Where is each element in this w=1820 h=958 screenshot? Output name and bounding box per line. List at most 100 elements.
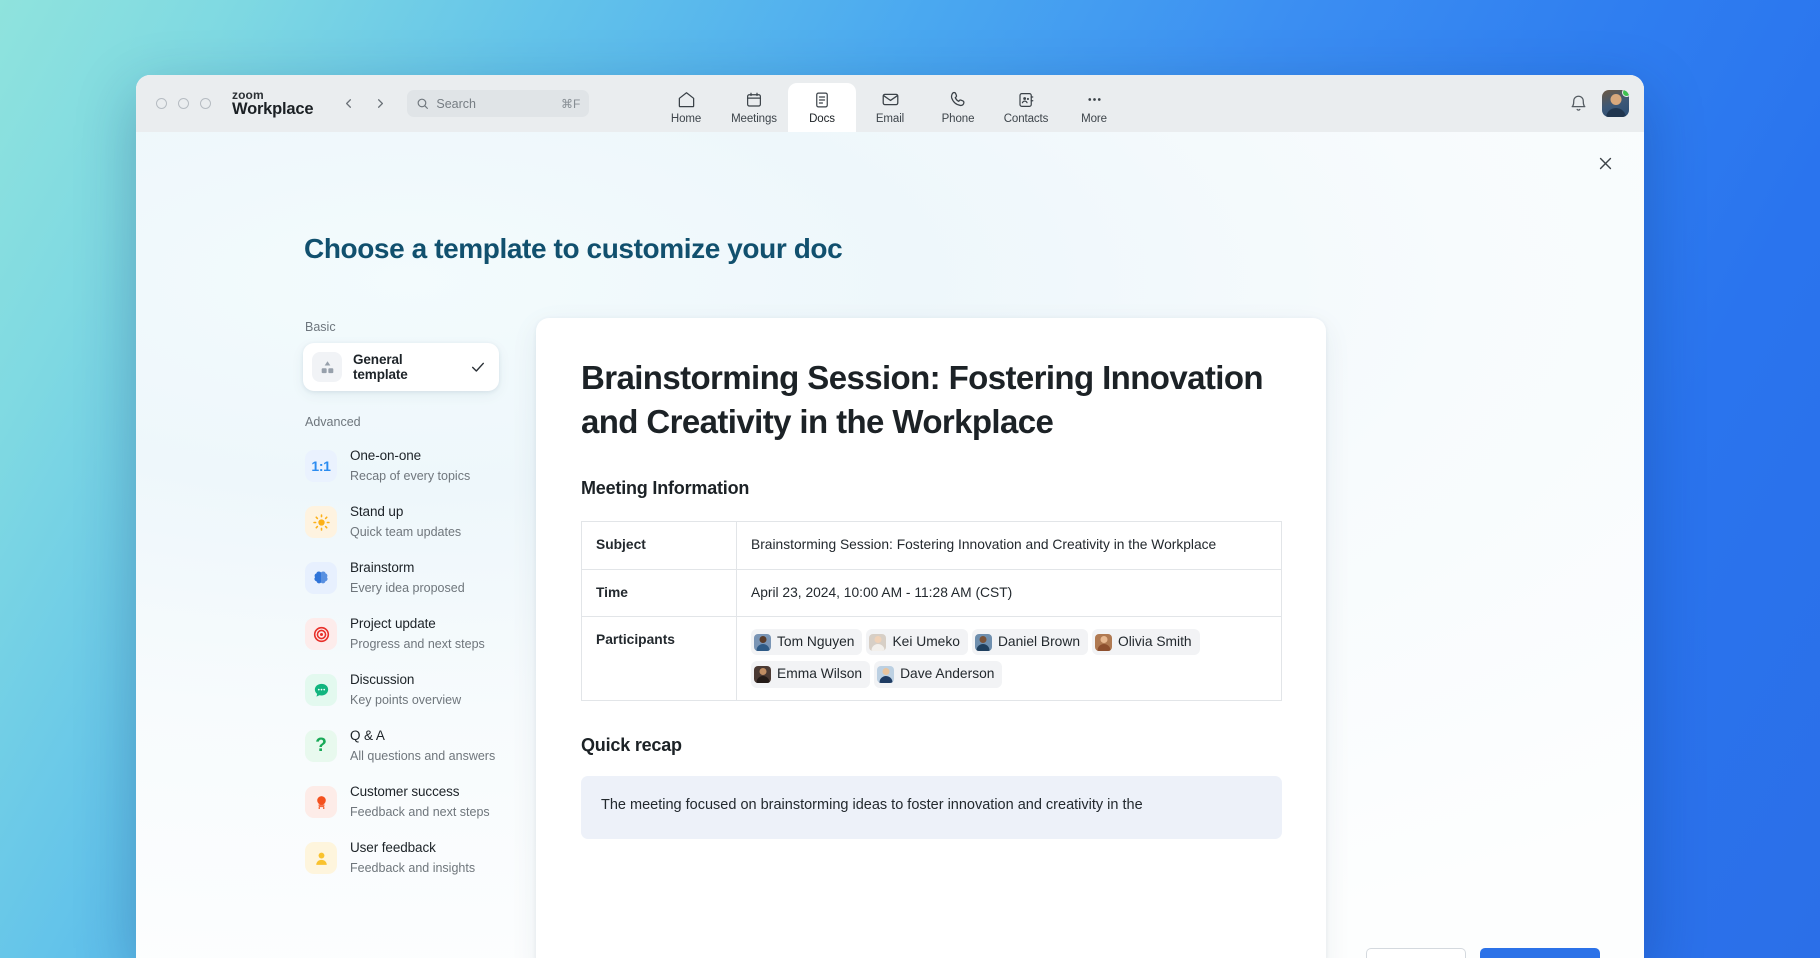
sidebar-item-brainstorm[interactable]: Brainstorm Every idea proposed — [305, 550, 515, 606]
desktop-wallpaper: zoom Workplace Search ⌘F — [0, 0, 1820, 958]
meeting-information-table: Subject Brainstorming Session: Fostering… — [581, 521, 1282, 700]
sidebar-item-discussion[interactable]: Discussion Key points overview — [305, 662, 515, 718]
section-label-basic: Basic — [305, 320, 515, 334]
tab-phone[interactable]: Phone — [924, 83, 992, 132]
sidebar-item-sublabel: Quick team updates — [350, 525, 461, 539]
question-mark-icon: ? — [305, 730, 337, 762]
document-preview-card: Brainstorming Session: Fostering Innovat… — [536, 318, 1326, 958]
quick-recap-heading: Quick recap — [581, 735, 1282, 756]
document-title: Brainstorming Session: Fostering Innovat… — [581, 356, 1282, 444]
participant-chip[interactable]: Olivia Smith — [1092, 629, 1200, 655]
sidebar-item-one-on-one[interactable]: 1:1 One-on-one Recap of every topics — [305, 438, 515, 494]
table-row: Participants Tom Nguyen Kei U — [582, 617, 1282, 701]
search-input[interactable]: Search ⌘F — [407, 90, 589, 117]
back-button[interactable] — [335, 91, 361, 117]
template-sidebar: Basic General template Advanced — [303, 320, 515, 958]
tab-more[interactable]: More — [1060, 83, 1128, 132]
avatar — [869, 634, 886, 651]
template-chooser-modal: Choose a template to customize your doc … — [136, 132, 1644, 958]
one-on-one-badge: 1:1 — [311, 458, 330, 474]
tab-docs[interactable]: Docs — [788, 83, 856, 132]
avatar — [754, 634, 771, 651]
window-controls[interactable] — [156, 98, 211, 109]
table-row: Subject Brainstorming Session: Fostering… — [582, 522, 1282, 569]
person-icon — [305, 842, 337, 874]
shapes-icon — [312, 352, 342, 382]
sidebar-item-label: Brainstorm — [350, 560, 414, 575]
table-cell-value: Brainstorming Session: Fostering Innovat… — [737, 522, 1282, 569]
section-label-advanced: Advanced — [305, 415, 515, 429]
chat-bubble-icon — [305, 674, 337, 706]
sidebar-item-sublabel: Recap of every topics — [350, 469, 470, 483]
table-row: Time April 23, 2024, 10:00 AM - 11:28 AM… — [582, 569, 1282, 616]
table-cell-key: Participants — [582, 617, 737, 701]
sidebar-item-label: Discussion — [350, 672, 414, 687]
participant-name: Olivia Smith — [1118, 631, 1192, 653]
page-title: Choose a template to customize your doc — [304, 233, 842, 265]
tab-home[interactable]: Home — [652, 83, 720, 132]
app-brand: zoom Workplace — [232, 89, 313, 118]
avatar[interactable] — [1602, 90, 1629, 117]
tab-meetings[interactable]: Meetings — [720, 83, 788, 132]
bell-icon[interactable] — [1569, 94, 1588, 113]
sidebar-item-sublabel: All questions and answers — [350, 749, 495, 763]
secondary-action-button[interactable] — [1366, 948, 1466, 958]
maximize-window-button[interactable] — [200, 98, 211, 109]
question-mark-glyph: ? — [315, 735, 327, 757]
sidebar-item-sublabel: Feedback and insights — [350, 861, 475, 875]
document-icon — [813, 89, 831, 110]
tab-contacts[interactable]: Contacts — [992, 83, 1060, 132]
close-icon[interactable] — [1592, 150, 1618, 176]
main-navigation-tabs: Home Meetings Docs — [652, 75, 1128, 132]
participant-name: Tom Nguyen — [777, 631, 854, 653]
sidebar-item-label: Stand up — [350, 504, 403, 519]
sidebar-item-label: One-on-one — [350, 448, 421, 463]
search-shortcut-hint: ⌘F — [561, 97, 580, 111]
forward-button[interactable] — [367, 91, 393, 117]
participant-chip[interactable]: Kei Umeko — [866, 629, 967, 655]
avatar — [877, 666, 894, 683]
sidebar-item-label: Customer success — [350, 784, 459, 799]
table-cell-key: Subject — [582, 522, 737, 569]
sidebar-item-stand-up[interactable]: Stand up Quick team updates — [305, 494, 515, 550]
participant-chip[interactable]: Dave Anderson — [874, 661, 1002, 687]
one-on-one-icon: 1:1 — [305, 450, 337, 482]
avatar — [975, 634, 992, 651]
tab-email[interactable]: Email — [856, 83, 924, 132]
sidebar-item-customer-success[interactable]: Customer success Feedback and next steps — [305, 774, 515, 830]
titlebar-right-actions — [1569, 75, 1629, 132]
brain-icon — [305, 562, 337, 594]
participant-chip[interactable]: Daniel Brown — [972, 629, 1088, 655]
medal-icon — [305, 786, 337, 818]
phone-icon — [949, 89, 968, 110]
close-window-button[interactable] — [156, 98, 167, 109]
sidebar-item-project-update[interactable]: Project update Progress and next steps — [305, 606, 515, 662]
window-titlebar: zoom Workplace Search ⌘F — [136, 75, 1644, 132]
tab-label: Meetings — [731, 113, 777, 125]
participant-name: Daniel Brown — [998, 631, 1080, 653]
sidebar-item-q-and-a[interactable]: ? Q & A All questions and answers — [305, 718, 515, 774]
participant-name: Kei Umeko — [892, 631, 959, 653]
primary-action-button[interactable] — [1480, 948, 1600, 958]
sidebar-item-label: General template — [353, 352, 459, 382]
zoom-workplace-window: zoom Workplace Search ⌘F — [136, 75, 1644, 958]
avatar — [754, 666, 771, 683]
envelope-icon — [881, 89, 900, 110]
participant-chip[interactable]: Tom Nguyen — [751, 629, 862, 655]
tab-label: Docs — [809, 113, 835, 125]
search-placeholder: Search — [436, 97, 554, 111]
sidebar-item-sublabel: Key points overview — [350, 693, 461, 707]
quick-recap-text: The meeting focused on brainstorming ide… — [581, 776, 1282, 839]
status-badge — [1622, 90, 1629, 97]
participant-name: Dave Anderson — [900, 663, 994, 685]
sun-icon — [305, 506, 337, 538]
sidebar-item-user-feedback[interactable]: User feedback Feedback and insights — [305, 830, 515, 886]
participant-chip[interactable]: Emma Wilson — [751, 661, 870, 687]
target-icon — [305, 618, 337, 650]
home-icon — [677, 89, 696, 110]
minimize-window-button[interactable] — [178, 98, 189, 109]
sidebar-item-general-template[interactable]: General template — [303, 343, 499, 391]
sidebar-item-label: User feedback — [350, 840, 436, 855]
tab-label: Home — [671, 113, 701, 125]
calendar-icon — [745, 89, 763, 110]
